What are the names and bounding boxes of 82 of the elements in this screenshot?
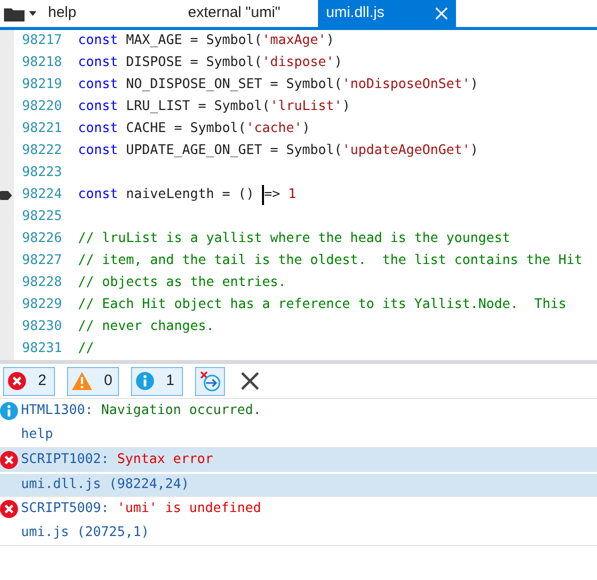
message-code: SCRIPT1002:: [21, 451, 110, 470]
code-text: // Each Hit object has a reference to its Yallist.Node. This: [78, 296, 566, 314]
close-icon: [241, 372, 259, 390]
line-number: 98230: [22, 318, 64, 336]
tab[interactable]: umi.dll.js: [318, 0, 456, 27]
code-text: const: [78, 54, 118, 72]
line-number: 98217: [22, 32, 64, 50]
code-text: const: [78, 98, 118, 116]
code-text: ): [302, 120, 310, 138]
tab[interactable]: external "umi": [180, 0, 318, 27]
line-number: 98229: [22, 296, 64, 314]
code-text: const: [78, 186, 118, 204]
code-text: 'dispose': [262, 54, 334, 72]
line-number: 98223: [22, 164, 64, 182]
filter-button[interactable]: 0: [67, 366, 119, 396]
code-text: ): [334, 54, 342, 72]
code-text: 'cache': [246, 120, 302, 138]
source-link[interactable]: help: [21, 425, 54, 445]
code-text: DISPOSE = Symbol(: [125, 54, 262, 72]
clear-on-navigate-button[interactable]: [195, 366, 225, 396]
message-code: SCRIPT5009:: [21, 500, 110, 518]
code-text: const: [78, 120, 118, 138]
code-text: LRU_LIST = Symbol(: [125, 98, 270, 116]
code-text: //: [78, 340, 94, 358]
line-number: 98228: [22, 274, 64, 292]
source-link[interactable]: umi.dll.js (98224,24): [21, 475, 190, 495]
line-number: 98219: [22, 76, 64, 94]
code-text: CACHE = Symbol(: [125, 120, 246, 138]
source-link[interactable]: umi.js (20725,1): [21, 523, 150, 543]
tab-label: help: [48, 3, 76, 24]
close-icon[interactable]: [435, 7, 448, 20]
message-text: Syntax error: [117, 451, 214, 470]
folder-icon: [4, 6, 25, 22]
code-text: NO_DISPOSE_ON_SET = Symbol(: [125, 76, 342, 94]
warning-icon: [72, 372, 92, 390]
code-text: ): [470, 142, 478, 160]
code-text: 'lruList': [270, 98, 342, 116]
tab-label: umi.dll.js: [326, 3, 384, 24]
console-message[interactable]: SCRIPT1002: Syntax error umi.dll.js (98224,24): [0, 448, 597, 497]
code-text: 'noDisposeOnSet': [342, 76, 470, 94]
code-text: MAX_AGE = Symbol(: [125, 32, 262, 50]
line-number: 98226: [22, 230, 64, 248]
line-number: 98222: [22, 142, 64, 160]
code-text: 'maxAge': [262, 32, 326, 50]
error-icon: [8, 372, 26, 390]
message-text: 'umi' is undefined: [117, 500, 262, 518]
code-text: UPDATE_AGE_ON_GET = Symbol(: [125, 142, 342, 160]
code-text: // objects as the entries.: [78, 274, 286, 292]
line-number: 98218: [22, 54, 64, 72]
code-text: const: [78, 76, 118, 94]
code-text: // item, and the tail is the oldest. the list contains the Hit: [78, 252, 582, 270]
console-message[interactable]: HTML1300: Navigation occurred. help: [0, 399, 597, 448]
message-code: HTML1300:: [21, 402, 94, 420]
error-icon: [0, 451, 18, 469]
error-icon: [0, 500, 18, 518]
code-text: const: [78, 142, 118, 160]
code-text: // never changes.: [78, 318, 214, 336]
code-text: =>: [264, 186, 282, 204]
clear-navigate-icon: [199, 370, 221, 392]
filter-button[interactable]: 2: [3, 366, 55, 396]
info-icon: [0, 402, 18, 420]
tab-label: external "umi": [188, 3, 280, 24]
code-text: ): [326, 32, 334, 50]
line-number: 98220: [22, 98, 64, 116]
caret-icon: [28, 11, 36, 16]
line-number: 98231: [22, 340, 64, 358]
tab[interactable]: help: [40, 0, 180, 27]
code-text: 'updateAgeOnGet': [342, 142, 470, 160]
code-text: naiveLength = (): [125, 186, 256, 204]
code-text: const: [78, 32, 118, 50]
code-text: // lruList is a yallist where the head is the youngest: [78, 230, 510, 248]
code-text: ): [470, 76, 478, 94]
line-number: 98227: [22, 252, 64, 270]
line-number: 98224: [22, 186, 64, 204]
console-message[interactable]: SCRIPT5009: 'umi' is undefined umi.js (20725,1): [0, 497, 597, 546]
message-text: Navigation occurred.: [101, 402, 262, 420]
code-text: 1: [288, 186, 296, 204]
line-number: 98221: [22, 120, 64, 138]
code-text: ): [342, 98, 350, 116]
line-number: 98225: [22, 208, 64, 226]
filter-button[interactable]: 1: [131, 366, 183, 396]
info-icon: [136, 372, 154, 390]
